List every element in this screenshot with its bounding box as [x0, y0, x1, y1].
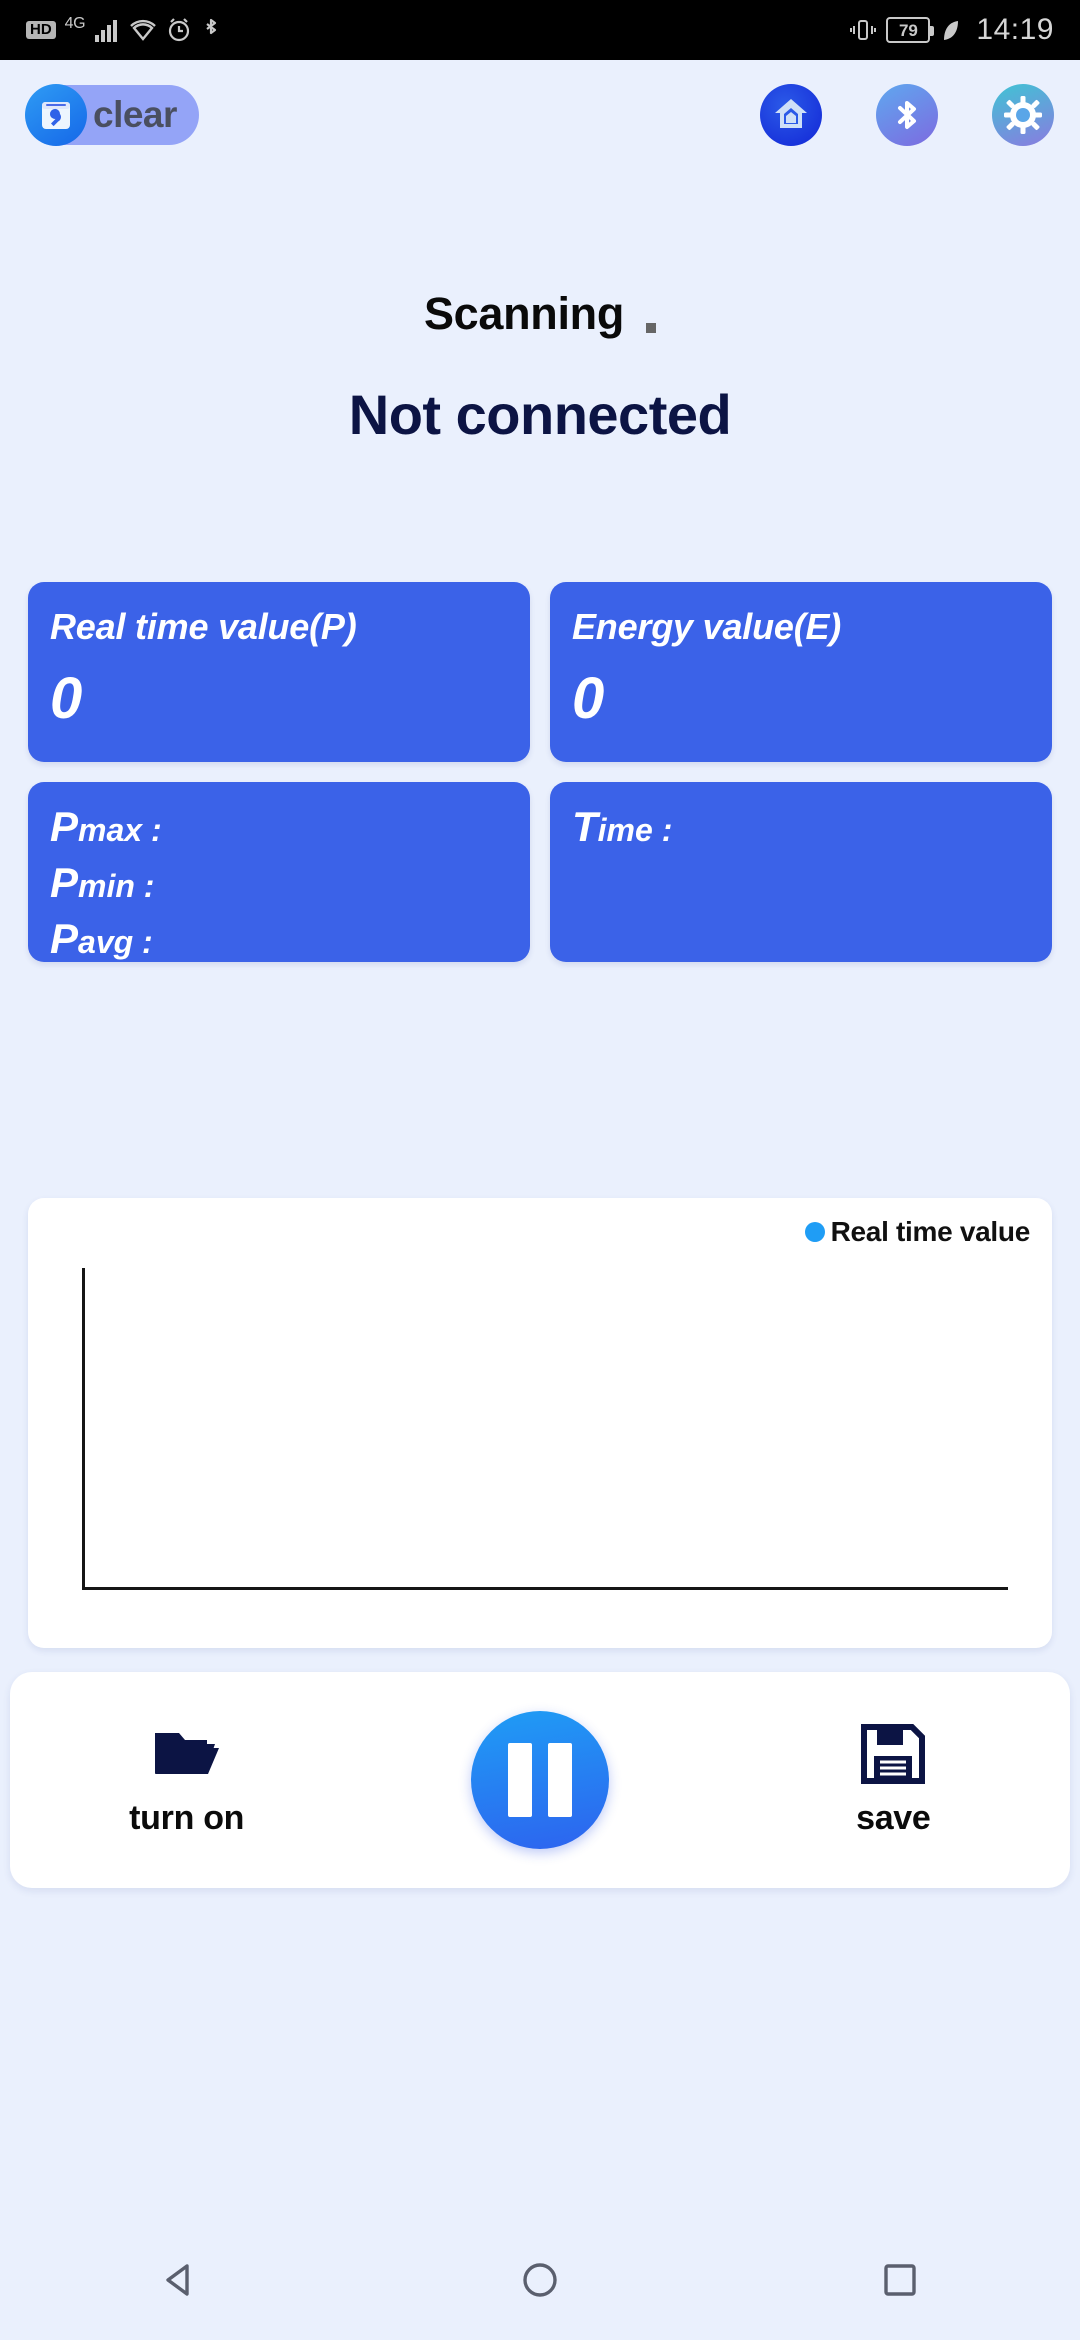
- status-bar-left-icons: HD 4G: [26, 15, 221, 43]
- power-saving-leaf-icon: [940, 17, 962, 43]
- pmax-symbol: P: [50, 803, 79, 850]
- home-circle-icon[interactable]: [517, 2257, 563, 2303]
- status-bar-right-icons: 79 14:19: [850, 13, 1054, 47]
- play-pause-control: [420, 1711, 660, 1849]
- calendar-wrench-icon: [25, 84, 87, 146]
- realtime-value-card[interactable]: Real time value(P) 0: [28, 582, 530, 762]
- chart-panel[interactable]: Real time value: [28, 1198, 1052, 1648]
- open-folder-icon: [151, 1723, 223, 1785]
- pmin-label: min :: [78, 868, 155, 904]
- energy-value-title: Energy value(E): [572, 606, 842, 647]
- time-row: Time :: [572, 806, 1030, 848]
- time-card[interactable]: Time :: [550, 782, 1052, 962]
- save-label: save: [856, 1798, 931, 1837]
- realtime-value-title: Real time value(P): [50, 606, 357, 647]
- bluetooth-icon: [201, 17, 221, 43]
- scanning-progress-dot: [646, 323, 657, 333]
- vibrate-icon: [850, 17, 877, 43]
- bluetooth-icon[interactable]: [876, 84, 938, 146]
- pmax-label: max :: [78, 812, 162, 848]
- status-bar-clock: 14:19: [976, 13, 1054, 46]
- floppy-disk-icon: [860, 1723, 926, 1785]
- chart-x-axis: [82, 1587, 1008, 1590]
- hd-badge: HD: [26, 20, 56, 40]
- battery-level: 79: [898, 20, 918, 40]
- realtime-value-number: 0: [50, 666, 83, 731]
- scanning-label: Scanning: [423, 288, 625, 339]
- pavg-symbol: P: [50, 915, 79, 962]
- signal-bars-icon: [94, 17, 120, 43]
- clear-button[interactable]: clear: [25, 84, 199, 146]
- value-cards: Real time value(P) 0 Energy value(E) 0 P…: [28, 582, 1052, 982]
- pmin-symbol: P: [50, 859, 79, 906]
- back-triangle-icon[interactable]: [157, 2257, 203, 2303]
- value-cards-row-2: Pmax : Pmin : Pavg : Time :: [28, 782, 1052, 962]
- app-screen: HD 4G 79 14:19 clear Scanning Not connec…: [0, 0, 1080, 2340]
- app-bar: clear: [0, 60, 1080, 170]
- power-stats-card[interactable]: Pmax : Pmin : Pavg :: [28, 782, 530, 962]
- network-type-label: 4G: [64, 15, 86, 32]
- legend-marker-icon: [804, 1222, 825, 1242]
- save-button[interactable]: save: [773, 1723, 1013, 1838]
- home-icon[interactable]: [760, 84, 822, 146]
- control-bar: turn on save: [10, 1672, 1070, 1888]
- pause-icon-bar-left: [507, 1743, 532, 1817]
- chart-plot-area: [50, 1268, 1030, 1618]
- time-symbol: T: [572, 803, 598, 850]
- connection-status-label: Not connected: [348, 383, 732, 446]
- status-bar: HD 4G 79 14:19: [0, 0, 1080, 60]
- chart-legend: Real time value: [50, 1216, 1030, 1248]
- pause-icon-bar-right: [547, 1743, 572, 1817]
- wifi-icon: [129, 17, 157, 43]
- pavg-label: avg :: [78, 924, 153, 960]
- chart-y-axis: [82, 1268, 85, 1590]
- pavg-row: Pavg :: [50, 918, 508, 960]
- gear-icon[interactable]: [992, 84, 1054, 146]
- energy-value-number: 0: [572, 666, 605, 731]
- turn-on-label: turn on: [129, 1798, 245, 1837]
- app-bar-actions: [760, 84, 1054, 146]
- pmin-row: Pmin :: [50, 862, 508, 904]
- legend-label: Real time value: [830, 1216, 1031, 1247]
- pmax-row: Pmax :: [50, 806, 508, 848]
- pause-button[interactable]: [470, 1711, 609, 1849]
- value-cards-row-1: Real time value(P) 0 Energy value(E) 0: [28, 582, 1052, 762]
- android-nav-bar: [0, 2220, 1080, 2340]
- recents-square-icon[interactable]: [877, 2257, 923, 2303]
- time-label: ime :: [597, 812, 673, 848]
- scanning-status: Scanning: [0, 288, 1080, 340]
- clear-button-label: clear: [93, 94, 177, 135]
- energy-value-card[interactable]: Energy value(E) 0: [550, 582, 1052, 762]
- turn-on-button[interactable]: turn on: [67, 1723, 307, 1838]
- battery-icon: 79: [886, 17, 935, 43]
- alarm-icon: [166, 17, 192, 43]
